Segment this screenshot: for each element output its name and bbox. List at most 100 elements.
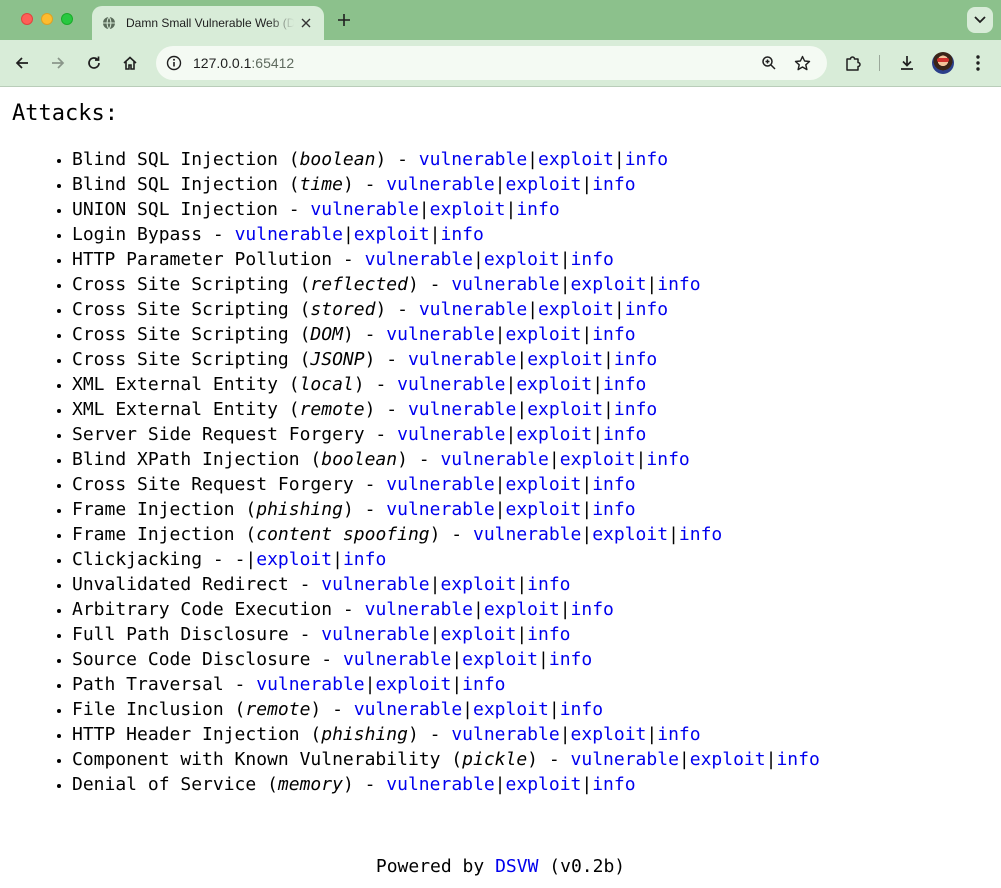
bookmark-star-icon[interactable] [792,53,812,73]
info-link[interactable]: info [343,549,386,570]
vulnerable-link[interactable]: vulnerable [365,249,473,270]
exploit-link[interactable]: exploit [440,574,516,595]
vulnerable-link[interactable]: vulnerable [473,524,581,545]
tab-search-chevron-icon[interactable] [967,7,993,33]
vulnerable-link[interactable]: vulnerable [235,224,343,245]
site-info-icon[interactable] [162,51,186,75]
info-link[interactable]: info [592,774,635,795]
vulnerable-link[interactable]: vulnerable [408,349,516,370]
vulnerable-link[interactable]: vulnerable [343,649,451,670]
exploit-link[interactable]: exploit [527,399,603,420]
info-link[interactable]: info [625,299,668,320]
vulnerable-link[interactable]: vulnerable [386,474,494,495]
kebab-menu-icon[interactable] [966,51,990,75]
download-icon[interactable] [895,51,919,75]
window-close-button[interactable] [21,13,33,25]
exploit-link[interactable]: exploit [506,474,582,495]
exploit-link[interactable]: exploit [484,249,560,270]
exploit-link[interactable]: exploit [375,674,451,695]
vulnerable-link[interactable]: vulnerable [354,699,462,720]
info-link[interactable]: info [527,574,570,595]
exploit-link[interactable]: exploit [484,599,560,620]
info-link[interactable]: info [571,599,614,620]
exploit-link[interactable]: exploit [506,774,582,795]
info-link[interactable]: info [657,724,700,745]
exploit-link[interactable]: exploit [506,174,582,195]
exploit-link[interactable]: exploit [462,649,538,670]
vulnerable-link[interactable]: vulnerable [419,149,527,170]
exploit-link[interactable]: exploit [571,274,647,295]
dsvw-link[interactable]: DSVW [495,856,538,877]
exploit-link[interactable]: exploit [538,149,614,170]
info-link[interactable]: info [603,374,646,395]
url-text[interactable]: 127.0.0.1:65412 [193,55,294,71]
attack-name-suffix: ) - [407,724,452,745]
vulnerable-link[interactable]: vulnerable [386,499,494,520]
info-link[interactable]: info [592,174,635,195]
exploit-link[interactable]: exploit [440,624,516,645]
vulnerable-link[interactable]: vulnerable [397,374,505,395]
vulnerable-link[interactable]: vulnerable [256,674,364,695]
info-link[interactable]: info [625,149,668,170]
info-link[interactable]: info [614,349,657,370]
vulnerable-link[interactable]: vulnerable [397,424,505,445]
info-link[interactable]: info [560,699,603,720]
back-arrow-icon[interactable] [10,51,34,75]
info-link[interactable]: info [614,399,657,420]
window-minimize-button[interactable] [41,13,53,25]
info-link[interactable]: info [679,524,722,545]
exploit-link[interactable]: exploit [538,299,614,320]
vulnerable-link[interactable]: vulnerable [386,174,494,195]
tab-close-icon[interactable] [298,15,314,31]
active-tab[interactable]: Damn Small Vulnerable Web (DSVW) [92,6,324,40]
vulnerable-link[interactable]: vulnerable [386,774,494,795]
vulnerable-link[interactable]: vulnerable [321,624,429,645]
vulnerable-link[interactable]: vulnerable [440,449,548,470]
home-icon[interactable] [118,51,142,75]
info-link[interactable]: info [516,199,559,220]
exploit-link[interactable]: exploit [516,374,592,395]
vulnerable-link[interactable]: vulnerable [408,399,516,420]
exploit-link[interactable]: exploit [256,549,332,570]
vulnerable-link[interactable]: vulnerable [419,299,527,320]
vulnerable-link[interactable]: vulnerable [310,199,418,220]
forward-arrow-icon[interactable] [46,51,70,75]
exploit-link[interactable]: exploit [690,749,766,770]
info-link[interactable]: info [462,674,505,695]
zoom-icon[interactable] [759,53,779,73]
vulnerable-link[interactable]: vulnerable [386,324,494,345]
exploit-link[interactable]: exploit [571,724,647,745]
exploit-link[interactable]: exploit [473,699,549,720]
info-link[interactable]: info [592,499,635,520]
exploit-link[interactable]: exploit [506,324,582,345]
address-bar[interactable]: 127.0.0.1:65412 [156,46,827,80]
info-link[interactable]: info [603,424,646,445]
exploit-link[interactable]: exploit [560,449,636,470]
exploit-link[interactable]: exploit [506,499,582,520]
exploit-link[interactable]: exploit [527,349,603,370]
info-link[interactable]: info [776,749,819,770]
exploit-link[interactable]: exploit [354,224,430,245]
vulnerable-link[interactable]: vulnerable [451,274,559,295]
extensions-puzzle-icon[interactable] [841,51,865,75]
link-separator: | [668,524,679,545]
exploit-link[interactable]: exploit [592,524,668,545]
vulnerable-link[interactable]: vulnerable [365,599,473,620]
info-link[interactable]: info [571,249,614,270]
info-link[interactable]: info [549,649,592,670]
info-link[interactable]: info [440,224,483,245]
info-link[interactable]: info [592,324,635,345]
vulnerable-link[interactable]: vulnerable [321,574,429,595]
info-link[interactable]: info [657,274,700,295]
window-maximize-button[interactable] [61,13,73,25]
exploit-link[interactable]: exploit [516,424,592,445]
vulnerable-link[interactable]: vulnerable [451,724,559,745]
info-link[interactable]: info [527,624,570,645]
reload-icon[interactable] [82,51,106,75]
info-link[interactable]: info [592,474,635,495]
new-tab-plus-icon[interactable] [334,10,354,30]
vulnerable-link[interactable]: vulnerable [571,749,679,770]
profile-avatar[interactable] [932,52,954,74]
exploit-link[interactable]: exploit [430,199,506,220]
info-link[interactable]: info [646,449,689,470]
